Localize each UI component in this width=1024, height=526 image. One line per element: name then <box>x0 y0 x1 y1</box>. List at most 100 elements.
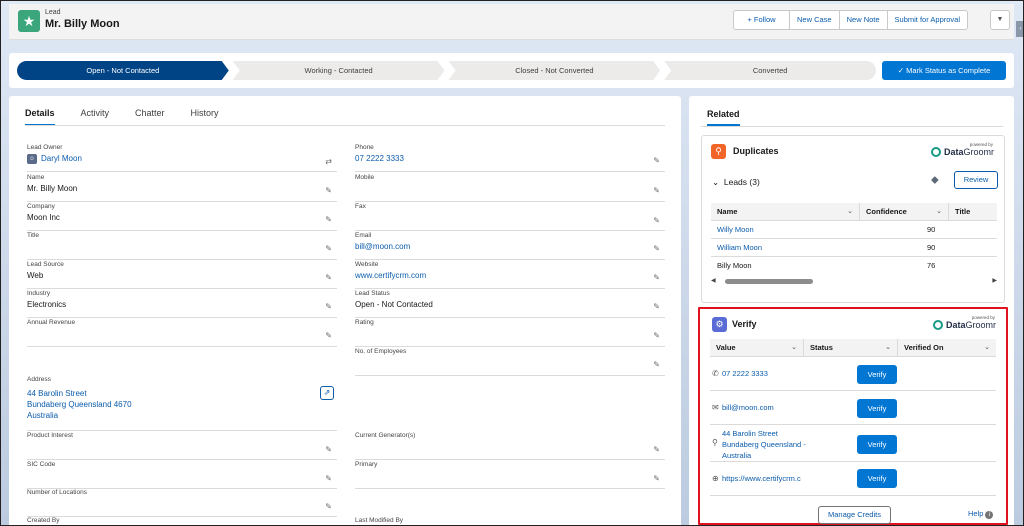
email-link[interactable]: bill@moon.com <box>355 242 410 251</box>
edit-pencil-icon[interactable]: ✎ <box>653 445 660 454</box>
verify-title: Verify <box>732 319 757 329</box>
tab-details[interactable]: Details <box>25 108 55 126</box>
confidence-value: 76 <box>927 261 936 270</box>
submit-for-approval-button[interactable]: Submit for Approval <box>888 11 967 29</box>
record-name: Mr. Billy Moon <box>45 18 120 30</box>
path-stage-converted[interactable]: Converted <box>664 61 876 80</box>
edit-pencil-icon[interactable]: ✎ <box>325 244 332 253</box>
field-value: Open - Not Contacted <box>355 300 433 309</box>
edit-pencil-icon[interactable]: ✎ <box>325 273 332 282</box>
column-header-label: Confidence <box>866 207 907 216</box>
app-window: ★ Lead Mr. Billy Moon + Follow New Case … <box>0 0 1024 526</box>
chevron-down-icon: ⌄ <box>984 344 990 351</box>
tab-chatter[interactable]: Chatter <box>135 108 165 126</box>
edit-pencil-icon[interactable]: ✎ <box>653 474 660 483</box>
change-owner-icon[interactable]: ⇄ <box>325 157 332 166</box>
duplicate-name-link[interactable]: William Moon <box>717 243 762 252</box>
scroll-left-icon[interactable]: ◀ <box>711 277 716 284</box>
scrollbar-thumb[interactable] <box>725 279 813 284</box>
side-panel-toggle[interactable]: ‹ <box>1016 21 1023 37</box>
column-header-title[interactable]: Title <box>949 203 997 221</box>
manage-credits-button[interactable]: Manage Credits <box>818 506 891 524</box>
follow-button[interactable]: + Follow <box>734 11 790 29</box>
column-header-confidence[interactable]: Confidence ⌄ <box>860 203 949 221</box>
table-row: Billy Moon 76 <box>711 258 997 275</box>
duplicate-name-link[interactable]: Willy Moon <box>717 225 754 234</box>
field-mobile: Mobile ✎ <box>355 174 665 202</box>
edit-pencil-icon[interactable]: ✎ <box>325 331 332 340</box>
address-line-1: 44 Barolin Street <box>722 429 778 438</box>
path-stage-closed-not-converted[interactable]: Closed - Not Converted <box>449 61 661 80</box>
edit-pencil-icon[interactable]: ✎ <box>653 156 660 165</box>
scroll-right-icon[interactable]: ▶ <box>992 277 997 284</box>
edit-pencil-icon[interactable]: ✎ <box>325 302 332 311</box>
more-actions-button[interactable]: ▼ <box>990 10 1010 30</box>
horizontal-scrollbar[interactable]: ◀ ▶ <box>711 277 997 286</box>
leads-section-toggle[interactable]: ⌄ Leads (3) <box>712 177 760 188</box>
help-link[interactable]: Help i <box>968 509 994 519</box>
new-case-button[interactable]: New Case <box>790 11 840 29</box>
verify-value-link[interactable]: bill@moon.com <box>722 403 774 413</box>
verify-row-website: ⊕ https://www.certifycrm.c Verify <box>710 463 996 496</box>
website-link[interactable]: www.certifycrm.com <box>355 271 426 280</box>
lead-owner-link[interactable]: Daryl Moon <box>41 154 82 163</box>
review-button[interactable]: Review <box>954 171 998 189</box>
details-card: Details Activity Chatter History Lead Ow… <box>9 96 681 525</box>
field-value: Web <box>27 271 44 280</box>
mark-status-complete-button[interactable]: ✓ Mark Status as Complete <box>882 61 1006 80</box>
path-stage-working-contacted[interactable]: Working - Contacted <box>233 61 445 80</box>
column-header-name[interactable]: Name ⌄ <box>711 203 860 221</box>
new-note-button[interactable]: New Note <box>840 11 888 29</box>
brand-groomr: Groomr <box>963 147 994 157</box>
address-line-3: Australia <box>27 411 59 420</box>
edit-pencil-icon[interactable]: ✎ <box>653 360 660 369</box>
table-row: Willy Moon 90 <box>711 222 997 239</box>
related-divider <box>701 126 1003 127</box>
verify-value-link[interactable]: https://www.certifycrm.c <box>722 474 801 484</box>
edit-pencil-icon[interactable]: ✎ <box>653 331 660 340</box>
edit-pencil-icon[interactable]: ✎ <box>325 186 332 195</box>
chevron-down-icon: ⌄ <box>847 208 853 215</box>
column-header-value[interactable]: Value ⌄ <box>710 339 804 357</box>
field-label: Annual Revenue <box>27 319 76 326</box>
tab-activity[interactable]: Activity <box>81 108 110 126</box>
edit-pencil-icon[interactable]: ✎ <box>653 273 660 282</box>
verify-button[interactable]: Verify <box>857 469 897 488</box>
edit-pencil-icon[interactable]: ✎ <box>653 302 660 311</box>
tag-icon[interactable]: ⬥ <box>931 174 939 187</box>
field-label: Lead Source <box>27 261 64 268</box>
edit-pencil-icon[interactable]: ✎ <box>325 215 332 224</box>
chevron-down-icon: ⌄ <box>936 208 942 215</box>
verify-value-link[interactable]: 44 Barolin Street Bundaberg Queensland -… <box>722 428 806 461</box>
phone-link[interactable]: 07 2222 3333 <box>355 154 404 163</box>
map-icon[interactable]: ⇗ <box>320 386 334 400</box>
field-label: Number of Locations <box>27 489 87 496</box>
verify-value-link[interactable]: 07 2222 3333 <box>722 369 768 379</box>
status-path: Open - Not Contacted Working - Contacted… <box>17 61 876 80</box>
edit-pencil-icon[interactable]: ✎ <box>653 216 660 225</box>
field-value: Moon Inc <box>27 213 60 222</box>
tab-history[interactable]: History <box>191 108 219 126</box>
field-value[interactable]: ☺ Daryl Moon <box>27 154 82 164</box>
address-link[interactable]: 44 Barolin Street Bundaberg Queensland 4… <box>27 388 132 421</box>
record-type: Lead <box>45 9 61 16</box>
help-label: Help <box>968 509 984 518</box>
duplicates-title: Duplicates <box>733 146 779 156</box>
edit-pencil-icon[interactable]: ✎ <box>325 445 332 454</box>
address-line-2: Bundaberg Queensland - <box>722 440 806 449</box>
verify-row-phone: ✆ 07 2222 3333 Verify <box>710 358 996 391</box>
verify-button[interactable]: Verify <box>857 399 897 418</box>
tab-related[interactable]: Related <box>707 109 740 126</box>
path-stage-open-not-contacted[interactable]: Open - Not Contacted <box>17 61 229 80</box>
field-label: Rating <box>355 319 374 326</box>
column-header-verified-on[interactable]: Verified On ⌄ <box>898 339 996 357</box>
edit-pencil-icon[interactable]: ✎ <box>653 244 660 253</box>
verify-button[interactable]: Verify <box>857 435 897 454</box>
edit-pencil-icon[interactable]: ✎ <box>653 186 660 195</box>
edit-pencil-icon[interactable]: ✎ <box>325 502 332 511</box>
address-line-3: Australia <box>722 451 752 460</box>
verify-button[interactable]: Verify <box>857 365 897 384</box>
edit-pencil-icon[interactable]: ✎ <box>325 474 332 483</box>
datagroomr-mark-icon <box>930 147 941 157</box>
column-header-status[interactable]: Status ⌄ <box>804 339 898 357</box>
